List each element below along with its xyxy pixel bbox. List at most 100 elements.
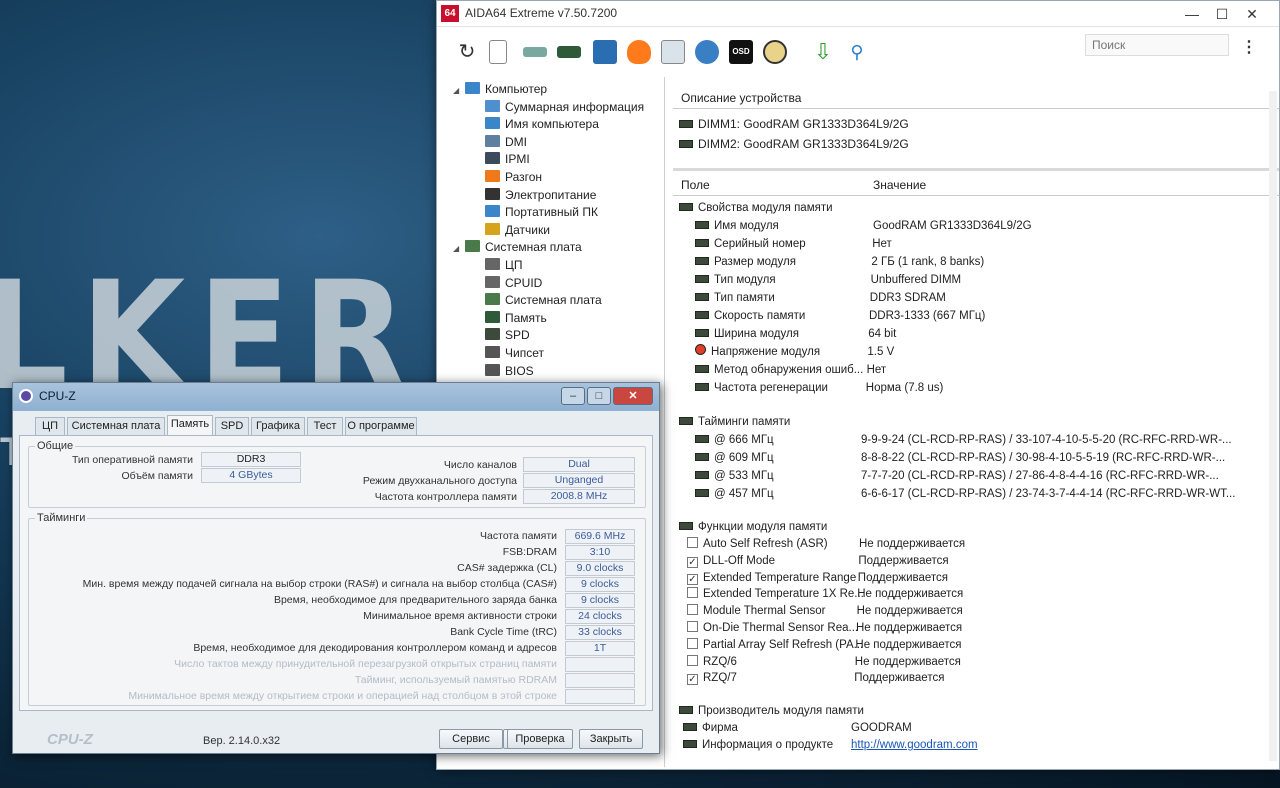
cpuz-minimize-button[interactable]: – [561,387,585,405]
tree-item[interactable]: ◢ Системная плата [453,239,582,256]
flame-icon[interactable] [627,40,651,64]
property-field[interactable]: Напряжение модуля [695,344,820,361]
tree-item[interactable]: Системная плата [485,292,602,309]
refresh-icon[interactable]: ↻ [455,40,479,64]
tab-0[interactable]: ЦП [35,417,65,435]
column-field[interactable]: Поле [681,178,710,192]
product-info-link[interactable]: http://www.goodram.com [851,737,978,754]
sensor-icon [485,222,500,235]
property-field[interactable]: @ 457 МГц [695,486,774,503]
menu-dots-icon[interactable]: ⋮ [1241,37,1257,57]
expand-arrow-icon[interactable]: ◢ [453,82,465,99]
memory-module-icon [695,453,709,461]
osd-icon[interactable]: OSD [729,40,753,64]
search-icon[interactable]: ⚲ [845,40,869,64]
tree-item[interactable]: Чипсет [485,345,544,362]
tree-item[interactable]: Портативный ПК [485,204,598,221]
property-field[interactable]: ✓ RZQ/7 [687,670,737,687]
property-field[interactable]: Тип модуля [695,272,776,289]
motherboard-icon[interactable] [523,47,547,57]
user-icon[interactable] [695,40,719,64]
section-header[interactable]: Производитель модуля памяти [679,703,864,720]
vertical-scrollbar[interactable] [1269,91,1277,761]
property-field[interactable]: ✓ Extended Temperature Range [687,570,856,587]
section-header[interactable]: Функции модуля памяти [679,519,827,536]
clipboard-icon[interactable] [661,40,685,64]
property-field[interactable]: Фирма [683,720,738,737]
tree-item[interactable]: ЦП [485,257,523,274]
timing-value: 1T [565,641,635,656]
expand-arrow-icon[interactable]: ◢ [453,240,465,257]
property-field[interactable]: Auto Self Refresh (ASR) [687,536,828,553]
dimm-item[interactable]: DIMM2: GoodRAM GR1333D364L9/2G [679,137,909,151]
tree-item[interactable]: ◢ Компьютер [453,81,547,98]
tree-item[interactable]: Датчики [485,222,550,239]
property-field[interactable]: Тип памяти [695,290,775,307]
network-icon[interactable] [593,40,617,64]
tab-2[interactable]: Память [167,415,213,435]
property-field[interactable]: Partial Array Self Refresh (PA... [687,637,863,654]
tree-item[interactable]: IPMI [485,151,530,168]
property-field[interactable]: @ 666 МГц [695,432,774,449]
tab-1[interactable]: Системная плата [67,417,165,435]
timing-value [565,673,635,688]
tab-5[interactable]: Тест [307,417,343,435]
tree-item[interactable]: BIOS [485,363,534,380]
tab-3[interactable]: SPD [215,417,249,435]
service-button[interactable]: Сервис [439,729,503,749]
cpuz-maximize-button[interactable]: □ [587,387,611,405]
dimm-item[interactable]: DIMM1: GoodRAM GR1333D364L9/2G [679,117,909,131]
section-header[interactable]: Свойства модуля памяти [679,200,833,217]
cpuz-titlebar[interactable]: CPU-Z – □ ✕ [13,383,659,411]
laptop-icon [485,205,500,218]
tab-6[interactable]: О программе [345,417,417,435]
tree-item[interactable]: Разгон [485,169,542,186]
property-field[interactable]: Скорость памяти [695,308,805,325]
tree-item[interactable]: Имя компьютера [485,116,599,133]
tree-item[interactable]: Память [485,310,547,327]
property-field[interactable]: Информация о продукте [683,737,833,754]
property-field[interactable]: Имя модуля [695,218,779,235]
property-label: Производитель модуля памяти [698,705,864,718]
property-field[interactable]: Частота регенерации [695,380,828,397]
property-field[interactable]: @ 533 МГц [695,468,774,485]
pane-splitter[interactable] [673,168,1279,171]
minimize-button[interactable]: — [1177,3,1207,25]
timing-label: Число тактов между принудительной переза… [174,658,557,670]
voltage-icon [695,344,706,355]
tree-item[interactable]: CPUID [485,275,542,292]
property-field[interactable]: RZQ/6 [687,654,737,671]
close-app-button[interactable]: Закрыть [579,729,643,749]
tree-item[interactable]: DMI [485,134,527,151]
column-value[interactable]: Значение [873,178,926,192]
property-field[interactable]: Метод обнаружения ошиб... [695,362,863,379]
property-field[interactable]: Ширина модуля [695,326,799,343]
spd-icon [485,328,500,341]
aida64-titlebar[interactable]: 64 AIDA64 Extreme v7.50.7200 — ☐ ✕ [437,1,1279,27]
tree-item[interactable]: Суммарная информация [485,99,644,116]
section-header[interactable]: Тайминги памяти [679,414,790,431]
close-button[interactable]: ✕ [1237,3,1267,25]
gauge-icon[interactable] [763,40,787,64]
property-field[interactable]: Extended Temperature 1X Re... [687,586,864,603]
search-input[interactable] [1085,34,1229,56]
tab-4[interactable]: Графика [251,417,305,435]
maximize-button[interactable]: ☐ [1207,3,1237,25]
memory-icon[interactable] [557,46,581,58]
property-field[interactable]: On-Die Thermal Sensor Rea... [687,620,858,637]
property-value: 64 bit [868,328,897,340]
tree-item-label: Разгон [505,170,543,184]
validate-button[interactable]: Проверка [507,729,573,749]
property-field[interactable]: ✓ DLL-Off Mode [687,553,775,570]
cpuz-close-button[interactable]: ✕ [613,387,653,405]
report-icon[interactable] [489,40,507,64]
property-field[interactable]: Module Thermal Sensor [687,603,826,620]
property-field[interactable]: @ 609 МГц [695,450,774,467]
dc-mode-value: Unganged [523,473,635,488]
property-field[interactable]: Серийный номер [695,236,806,253]
tree-item[interactable]: Электропитание [485,187,596,204]
property-field[interactable]: Размер модуля [695,254,796,271]
ctrl-freq-label: Частота контроллера памяти [374,491,517,503]
tree-item[interactable]: SPD [485,327,530,344]
download-icon[interactable]: ⇩ [811,40,835,64]
